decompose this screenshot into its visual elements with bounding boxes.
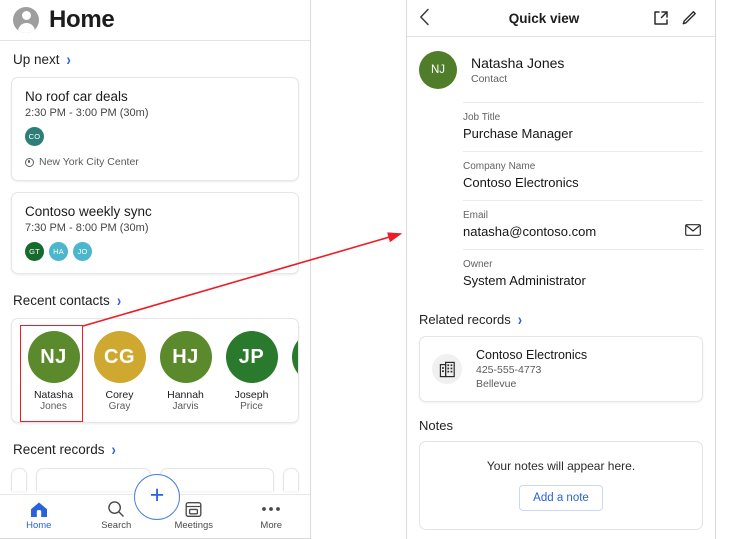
contact-tile[interactable]: CG Corey Gray: [92, 331, 147, 412]
quick-view-title: Quick view: [508, 10, 580, 26]
add-note-button[interactable]: Add a note: [519, 485, 603, 511]
contact-first-name: Corey: [105, 389, 134, 401]
annotation-highlight-box: [20, 325, 83, 422]
contact-last-name: Gray: [108, 401, 131, 412]
related-record-title: Contoso Electronics: [476, 348, 588, 362]
contact-field-list: Job Title Purchase Manager Company Name …: [407, 102, 715, 298]
notes-empty-card: Your notes will appear here. Add a note: [419, 441, 703, 530]
contact-summary: NJ Natasha Jones Contact: [407, 37, 715, 102]
record-card-stub[interactable]: [283, 468, 299, 491]
quick-view-header: Quick view: [407, 0, 715, 37]
field-value: System Administrator: [463, 273, 586, 288]
email-icon[interactable]: [685, 223, 701, 241]
contact-last-name: Price: [240, 401, 263, 412]
section-header-up-next[interactable]: Up next ›: [0, 44, 310, 74]
contact-last-name: Ro: [290, 401, 298, 412]
attendee-list: CO: [25, 127, 285, 146]
attendee-avatar[interactable]: HA: [49, 242, 68, 261]
nav-label: Meetings: [174, 520, 214, 531]
home-header: Home: [0, 0, 310, 41]
notes-empty-text: Your notes will appear here.: [486, 459, 636, 473]
contact-first-name: Hannah: [167, 389, 204, 401]
section-header-recent-records[interactable]: Recent records ›: [0, 434, 310, 464]
related-record-body: Contoso Electronics 425-555-4773 Bellevu…: [476, 348, 587, 390]
contact-entity-type: Contact: [471, 73, 508, 85]
field-company-name: Company Name Contoso Electronics: [463, 151, 703, 200]
contact-avatar: JP: [225, 331, 278, 383]
new-record-fab[interactable]: +: [134, 474, 180, 520]
nav-label: Search: [101, 520, 132, 531]
meeting-location-label: New York City Center: [39, 156, 139, 168]
section-label: Recent records: [13, 441, 105, 457]
home-icon: [0, 499, 78, 519]
field-job-title: Job Title Purchase Manager: [463, 102, 703, 151]
contact-name: Natasha Jones: [471, 55, 565, 71]
section-label: Up next: [13, 51, 60, 67]
nav-label: Home: [26, 520, 52, 531]
contact-avatar: M: [291, 331, 298, 383]
field-label: Job Title: [463, 112, 501, 123]
plus-icon: +: [149, 481, 165, 509]
nav-item-home[interactable]: Home: [0, 499, 78, 531]
attendee-avatar[interactable]: JO: [73, 242, 92, 261]
meeting-title: No roof car deals: [25, 89, 128, 104]
attendee-list: GT HA JO: [25, 242, 285, 261]
contact-avatar: HJ: [159, 331, 212, 383]
chevron-right-icon: ›: [66, 49, 71, 69]
field-label: Company Name: [463, 161, 536, 172]
contact-first-name: Joseph: [234, 389, 269, 401]
meeting-card[interactable]: Contoso weekly sync 7:30 PM - 8:00 PM (3…: [11, 192, 299, 274]
quick-view-panel: Quick view NJ Natasha Jones Contact Job …: [406, 0, 716, 539]
attendee-avatar[interactable]: GT: [25, 242, 44, 261]
nav-label: More: [260, 520, 283, 531]
section-label: Related records: [419, 312, 511, 327]
person-avatar-icon[interactable]: [13, 7, 39, 33]
meeting-card[interactable]: No roof car deals 2:30 PM - 3:00 PM (30m…: [11, 77, 299, 181]
pencil-edit-icon[interactable]: [675, 10, 703, 26]
field-label: Owner: [463, 259, 493, 270]
meeting-title: Contoso weekly sync: [25, 204, 152, 219]
open-in-new-icon[interactable]: [647, 10, 675, 26]
contact-avatar: CG: [93, 331, 146, 383]
contact-first-name: M: [290, 389, 298, 401]
related-record-card[interactable]: Contoso Electronics 425-555-4773 Bellevu…: [419, 336, 703, 402]
more-icon: [233, 499, 311, 519]
back-chevron-icon[interactable]: [419, 8, 441, 29]
field-value: Contoso Electronics: [463, 175, 579, 190]
meeting-time: 2:30 PM - 3:00 PM (30m): [25, 107, 149, 119]
contact-tile[interactable]: M M Ro: [290, 331, 298, 412]
contact-last-name: Jarvis: [172, 401, 199, 412]
meeting-location: New York City Center: [25, 156, 285, 168]
contact-tile[interactable]: HJ Hannah Jarvis: [158, 331, 213, 412]
meeting-time: 7:30 PM - 8:00 PM (30m): [25, 222, 149, 234]
nav-item-more[interactable]: More: [233, 499, 311, 531]
section-header-recent-contacts[interactable]: Recent contacts ›: [0, 285, 310, 315]
record-card-stub[interactable]: [36, 468, 151, 491]
location-pin-icon: [25, 157, 34, 167]
home-screen-panel: Home Up next › No roof car deals 2:30 PM…: [0, 0, 311, 539]
attendee-avatar[interactable]: CO: [25, 127, 44, 146]
chevron-right-icon: ›: [517, 310, 523, 329]
record-card-stub[interactable]: [11, 468, 27, 491]
contact-avatar: NJ: [419, 51, 457, 89]
section-header-related-records[interactable]: Related records ›: [407, 298, 715, 331]
field-label: Email: [463, 210, 489, 221]
chevron-right-icon: ›: [116, 290, 122, 310]
field-owner: Owner System Administrator: [463, 249, 703, 298]
field-email: Email natasha@contoso.com: [463, 200, 703, 249]
field-value: Purchase Manager: [463, 126, 573, 141]
contact-tile[interactable]: JP Joseph Price: [224, 331, 279, 412]
related-record-phone: 425-555-4773: [476, 364, 542, 376]
building-icon: [432, 354, 462, 384]
section-label: Recent contacts: [13, 292, 110, 308]
related-record-city: Bellevue: [476, 378, 517, 390]
chevron-right-icon: ›: [111, 439, 116, 459]
field-value: natasha@contoso.com: [463, 224, 597, 239]
notes-section-title: Notes: [419, 418, 453, 433]
screenshot-canvas: Home Up next › No roof car deals 2:30 PM…: [0, 0, 736, 539]
page-title: Home: [49, 6, 115, 33]
